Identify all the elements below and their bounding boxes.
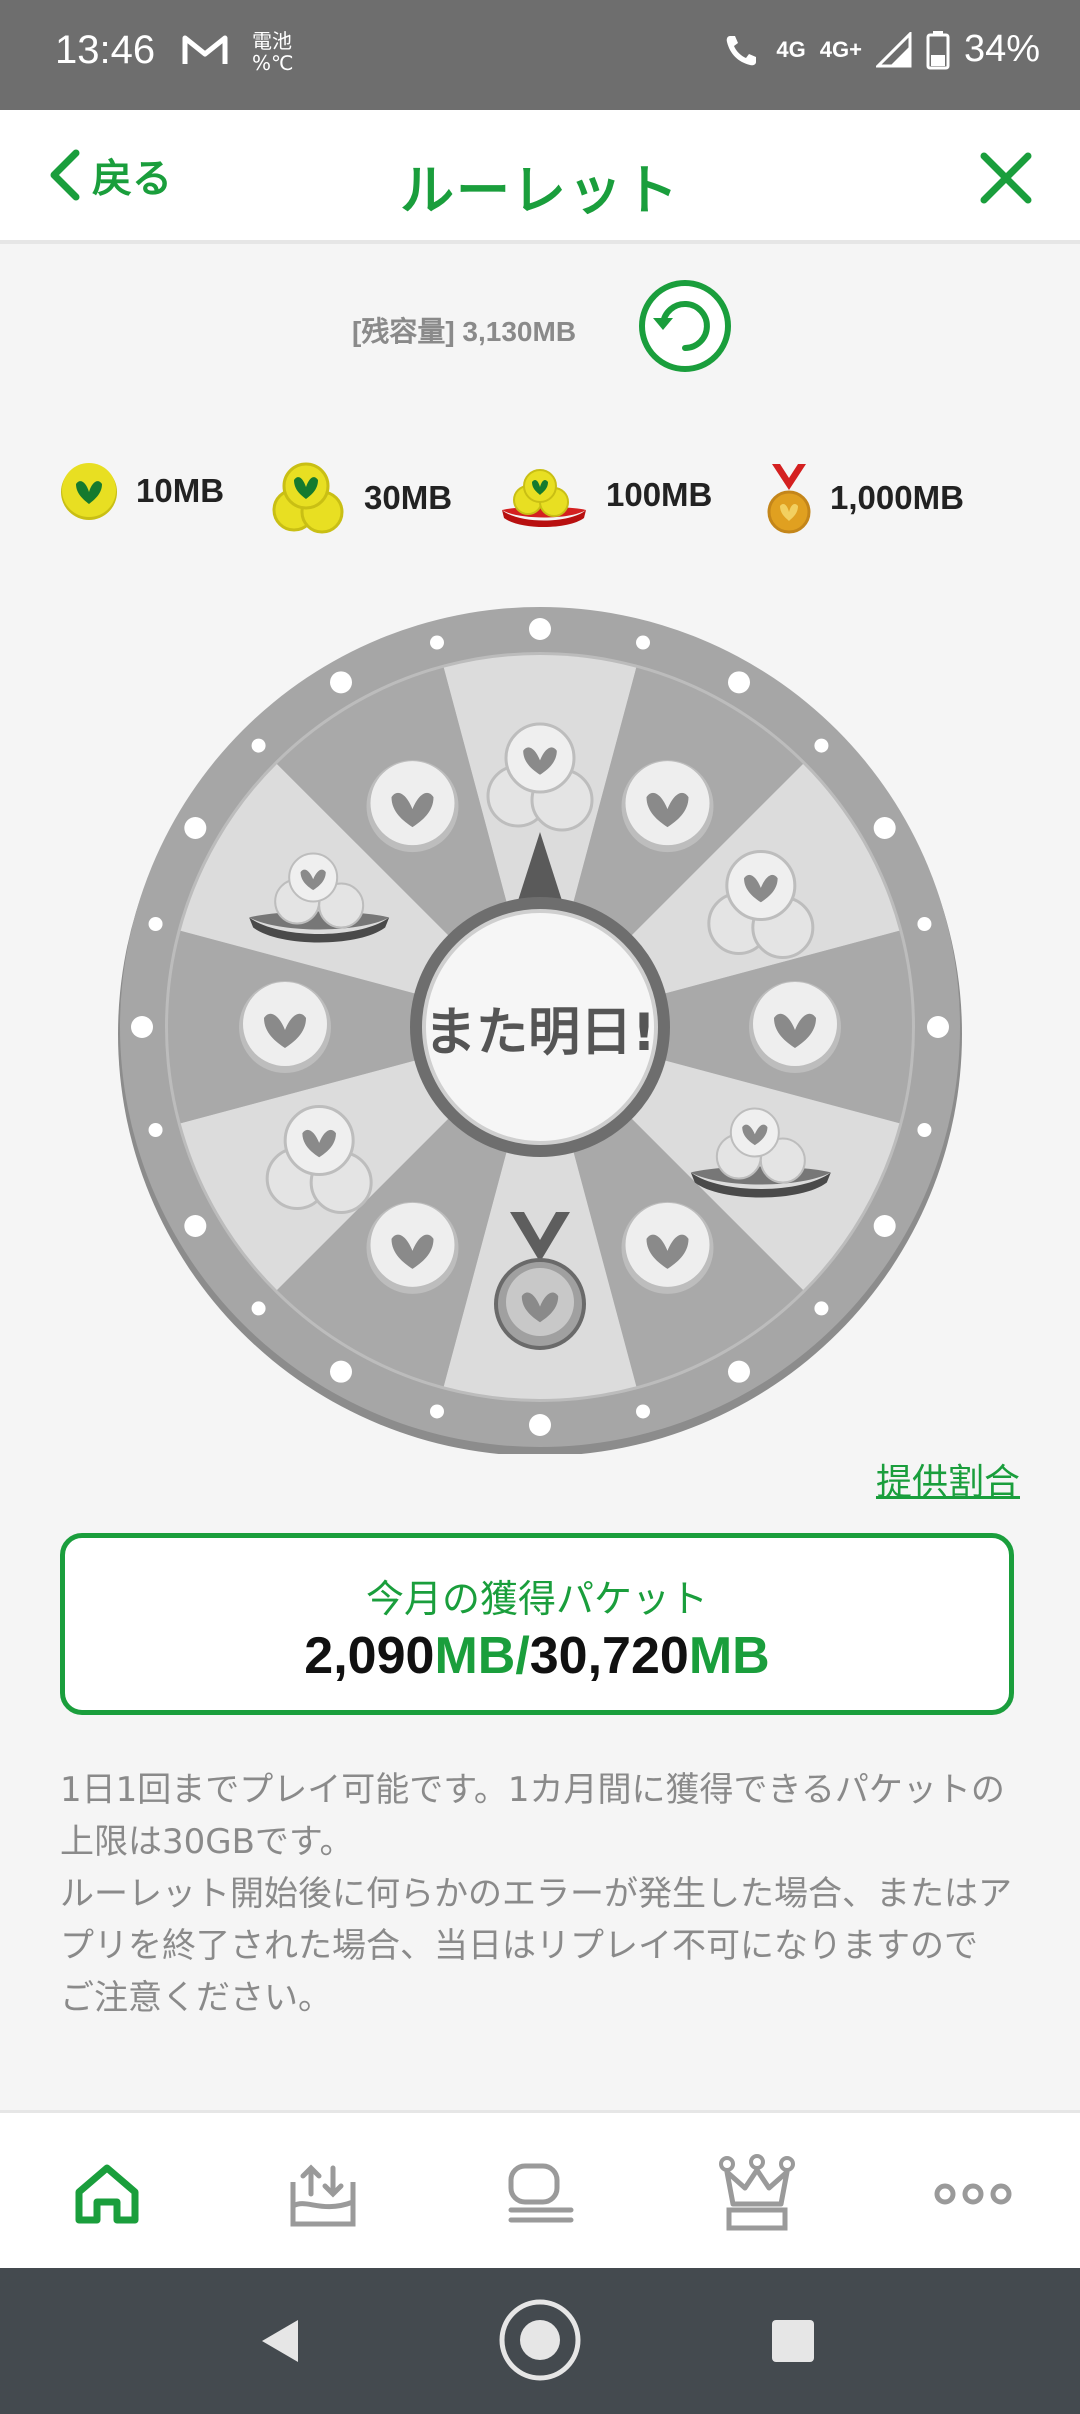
wheel-rim-dot xyxy=(814,738,829,753)
wheel-coin-icon xyxy=(366,1201,459,1294)
battery-saver-indicator: 電池 %℃ xyxy=(252,29,294,75)
wheel-rim-dot xyxy=(636,635,651,650)
wheel-rim-dot xyxy=(184,1215,207,1237)
wheel-rim-dot xyxy=(429,635,444,650)
wheel-rim-dot xyxy=(429,1404,444,1419)
battery-icon xyxy=(926,30,950,69)
packet-limit: 30,720 xyxy=(529,1627,689,1685)
refresh-icon xyxy=(639,280,731,372)
chat-icon xyxy=(508,2163,574,2223)
wheel-coin-icon xyxy=(749,981,841,1073)
system-nav-bar xyxy=(0,2268,1080,2414)
prize-1000mb: 1,000MB xyxy=(764,460,964,536)
wheel-center-text: また明日! xyxy=(424,1003,656,1063)
page-title: ルーレット xyxy=(400,159,680,222)
bottom-nav xyxy=(0,2110,1080,2271)
single-coin-icon xyxy=(61,463,117,520)
network-type-left: 4G xyxy=(776,36,806,62)
wheel-rim-dot xyxy=(148,916,163,931)
square-recents-icon xyxy=(772,2320,814,2362)
wheel-rim-dot xyxy=(529,618,551,640)
more-icon xyxy=(934,2183,1012,2205)
notice-text: 1日1回までプレイ可能です。1カ月間に獲得できるパケットの上限は30GBです。 … xyxy=(60,1770,1012,2018)
prize-10mb: 10MB xyxy=(58,460,224,522)
status-time: 13:46 xyxy=(55,28,156,72)
circle-home-icon xyxy=(499,2299,581,2381)
wheel-rim-dot xyxy=(728,1360,750,1383)
packet-acquired: 2,090 xyxy=(304,1627,435,1685)
packet-value: 2,090MB/30,720MB xyxy=(304,1627,770,1685)
medal-icon xyxy=(767,464,811,534)
remaining-capacity: [残容量] 3,130MB xyxy=(352,316,577,347)
coin-pile-icon xyxy=(502,469,586,527)
nav-more[interactable] xyxy=(928,2149,1018,2239)
wheel-rim-dot xyxy=(251,738,266,753)
data-charge-icon xyxy=(290,2164,356,2227)
prize-100mb: 100MB xyxy=(498,460,712,530)
roulette-wheel[interactable]: また明日! xyxy=(113,600,967,1456)
close-button[interactable] xyxy=(978,150,1034,210)
wheel-coin-icon xyxy=(366,760,459,853)
wheel-rim-dot xyxy=(917,916,932,931)
signal-icon xyxy=(875,31,912,67)
wheel-coin-icon xyxy=(621,1201,714,1294)
wheel-coin-icon xyxy=(621,760,714,853)
wheel-rim-dot xyxy=(873,1215,896,1237)
wheel-rim-dot xyxy=(814,1301,829,1316)
wheel-rim-dot xyxy=(728,671,750,694)
monthly-packet-box: 今月の獲得パケット 2,090MB/30,720MB xyxy=(60,1533,1014,1715)
home-icon xyxy=(75,2164,139,2224)
system-back-button[interactable] xyxy=(258,2316,302,2370)
nav-ranking[interactable] xyxy=(712,2149,802,2239)
prize-30mb: 30MB xyxy=(272,460,452,536)
wheel-rim-dot xyxy=(148,1123,163,1138)
packet-title: 今月の獲得パケット xyxy=(365,1577,708,1621)
remaining-row: [残容量] 3,130MB xyxy=(0,270,1080,380)
prize-legend: 10MB 30MB 100MB 1,000MB xyxy=(0,460,1080,570)
close-icon xyxy=(980,152,1032,204)
system-recents-button[interactable] xyxy=(770,2318,816,2368)
system-home-button[interactable] xyxy=(498,2298,582,2386)
provide-rate-link[interactable]: 提供割合 xyxy=(876,1453,1020,1505)
app-header: 戻る ルーレット xyxy=(0,110,1080,244)
wheel-rim-dot xyxy=(529,1414,551,1436)
network-type-right: 4G+ xyxy=(819,36,862,62)
wheel-coin-icon xyxy=(239,981,331,1073)
coin-stack-icon xyxy=(272,462,344,534)
nav-chat[interactable] xyxy=(496,2149,586,2239)
crown-ranking-icon xyxy=(719,2154,795,2231)
nav-data-charge[interactable] xyxy=(278,2149,368,2239)
battery-percent: 34% xyxy=(963,28,1040,70)
nav-home[interactable] xyxy=(62,2149,152,2239)
wheel-rim-dot xyxy=(184,817,207,839)
wheel-rim-dot xyxy=(131,1016,153,1038)
refresh-button[interactable] xyxy=(637,278,733,374)
status-bar: 13:46 電池 %℃ 4G 4G+ 34% xyxy=(0,0,1080,110)
wifi-call-icon xyxy=(727,35,757,65)
wheel-rim-dot xyxy=(636,1404,651,1419)
gmail-icon xyxy=(182,35,228,64)
wheel-rim-dot xyxy=(927,1016,949,1038)
wheel-rim-dot xyxy=(873,817,896,839)
wheel-rim-dot xyxy=(330,1360,352,1383)
wheel-rim-dot xyxy=(251,1301,266,1316)
wheel-rim-dot xyxy=(330,671,352,694)
wheel-rim-dot xyxy=(917,1123,932,1138)
triangle-back-icon xyxy=(262,2320,298,2362)
